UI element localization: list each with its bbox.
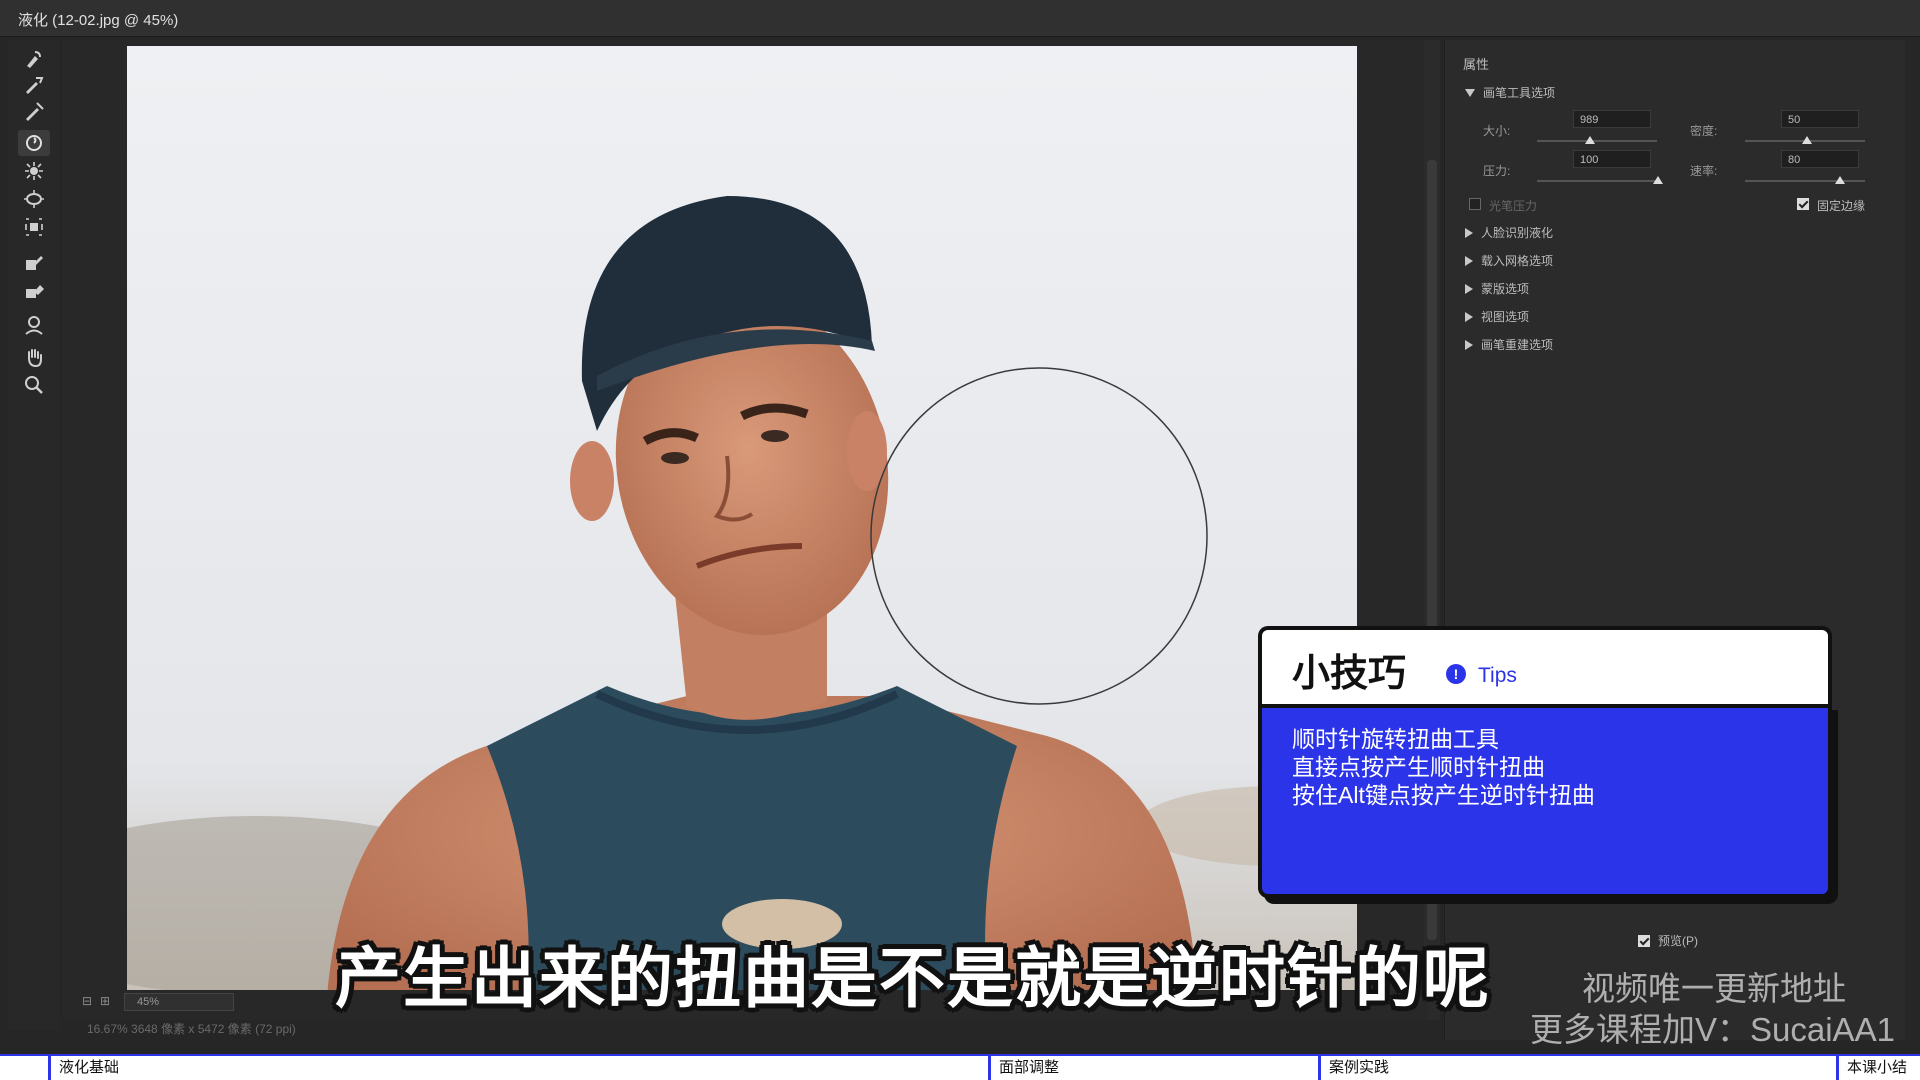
section-brush-options[interactable]: 画笔工具选项 (1465, 84, 1555, 101)
preview-checkbox[interactable] (1638, 934, 1650, 947)
canvas-info: 16.67% 3648 像素 x 5472 像素 (72 ppi) (87, 1022, 296, 1036)
chevron-right-icon (1465, 339, 1473, 350)
forward-warp-icon[interactable] (18, 46, 50, 72)
stylus-pressure-label: 光笔压力 (1489, 199, 1538, 213)
hand-icon[interactable] (18, 344, 50, 370)
pin-edges-checkbox[interactable] (1797, 198, 1809, 210)
section-load-mesh[interactable]: 载入网格选项 (1465, 252, 1553, 269)
section-face-aware[interactable]: 人脸识别液化 (1465, 224, 1553, 241)
section-label: 视图选项 (1481, 310, 1530, 324)
rate-field[interactable]: 80 (1781, 150, 1859, 168)
chevron-right-icon (1465, 283, 1473, 294)
face-tool-icon[interactable] (18, 312, 50, 338)
section-view[interactable]: 视图选项 (1465, 308, 1529, 325)
chevron-right-icon (1465, 311, 1473, 322)
chevron-right-icon (1465, 227, 1473, 238)
size-field[interactable]: 989 (1573, 110, 1651, 128)
exclamation-icon: ! (1446, 664, 1466, 684)
preview-label: 预览(P) (1658, 934, 1698, 948)
section-label: 蒙版选项 (1481, 282, 1530, 296)
density-field[interactable]: 50 (1781, 110, 1859, 128)
reconstruct-icon[interactable] (18, 72, 50, 98)
tips-title: 小技巧 (1292, 653, 1407, 695)
section-label: 画笔重建选项 (1481, 338, 1554, 352)
chapter-basics[interactable]: 液化基础 (48, 1056, 988, 1080)
video-subtitle: 产生出来的扭曲是不是就是逆时针的呢 (335, 941, 1491, 1015)
section-label: 载入网格选项 (1481, 254, 1554, 268)
freeze-mask-icon[interactable] (18, 250, 50, 276)
thaw-mask-icon[interactable] (18, 278, 50, 304)
pressure-label: 压力: (1483, 164, 1511, 178)
chapter-summary[interactable]: 本课小结 (1836, 1056, 1920, 1080)
pin-edges-label: 固定边缘 (1817, 199, 1866, 213)
bloat-icon[interactable] (18, 186, 50, 212)
tips-body: 顺时针旋转扭曲工具 直接点按产生顺时针扭曲 按住Alt键点按产生逆时针扭曲 (1258, 704, 1832, 898)
rate-slider-knob[interactable] (1835, 176, 1845, 184)
zoom-select[interactable]: 45% (124, 993, 234, 1011)
pucker-icon[interactable] (18, 158, 50, 184)
zoom-minus-icon[interactable]: ⊟ (82, 994, 92, 1008)
chapter-case[interactable]: 案例实践 (1318, 1056, 1836, 1080)
window-title: 液化 (12-02.jpg @ 45%) (18, 12, 179, 29)
canvas-photo[interactable] (127, 46, 1357, 996)
zoom-icon[interactable] (18, 372, 50, 398)
size-label: 大小: (1483, 124, 1511, 138)
chapter-face[interactable]: 面部调整 (988, 1056, 1318, 1080)
rate-slider[interactable] (1745, 180, 1865, 182)
push-left-icon[interactable] (18, 214, 50, 240)
section-label: 人脸识别液化 (1481, 226, 1554, 240)
preview-toggle[interactable]: 预览(P) (1638, 932, 1698, 949)
rate-label: 速率: (1690, 164, 1718, 178)
chevron-down-icon (1465, 88, 1475, 97)
title-bar: 液化 (12-02.jpg @ 45%) (0, 0, 1920, 37)
panel-title: 属性 (1463, 57, 1490, 72)
density-slider-knob[interactable] (1802, 136, 1812, 144)
tool-bar (8, 40, 60, 1030)
watermark-line2: 更多课程加V：SucaiAA1 (1530, 1011, 1895, 1048)
section-mask[interactable]: 蒙版选项 (1465, 280, 1529, 297)
chapter-bar: 液化基础 面部调整 案例实践 本课小结 (0, 1054, 1920, 1080)
tips-card: 小技巧 ! Tips 顺时针旋转扭曲工具 直接点按产生顺时针扭曲 按住Alt键点… (1258, 626, 1840, 900)
tips-tag: Tips (1478, 664, 1517, 687)
chevron-right-icon (1465, 255, 1473, 266)
size-slider[interactable] (1537, 140, 1657, 142)
size-slider-knob[interactable] (1585, 136, 1595, 144)
pressure-slider-knob[interactable] (1653, 176, 1663, 184)
section-label: 画笔工具选项 (1483, 86, 1556, 100)
pressure-field[interactable]: 100 (1573, 150, 1651, 168)
tips-line: 按住Alt键点按产生逆时针扭曲 (1292, 782, 1595, 808)
pressure-slider[interactable] (1537, 180, 1657, 182)
section-brush-reconstruct[interactable]: 画笔重建选项 (1465, 336, 1553, 353)
stylus-pressure-checkbox[interactable] (1469, 198, 1481, 210)
tips-header: 小技巧 ! Tips (1258, 626, 1832, 704)
twirl-clockwise-icon[interactable] (18, 130, 50, 156)
zoom-plus-icon[interactable]: ⊞ (100, 994, 110, 1008)
smooth-icon[interactable] (18, 98, 50, 124)
density-label: 密度: (1690, 124, 1718, 138)
